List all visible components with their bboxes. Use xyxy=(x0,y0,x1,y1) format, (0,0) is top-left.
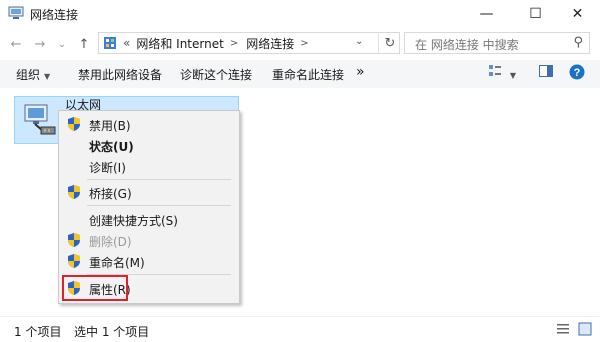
chevron-right-icon[interactable]: > xyxy=(230,38,238,49)
preview-pane-icon xyxy=(539,65,553,77)
forward-button[interactable]: → xyxy=(32,36,48,52)
change-view-button[interactable]: ▼ xyxy=(488,64,516,81)
view-details-icon xyxy=(489,65,501,76)
shield-icon xyxy=(68,254,80,268)
breadcrumb-network-internet[interactable]: 网络和 Internet xyxy=(136,35,223,52)
address-bar[interactable]: « 网络和 Internet > 网络连接 > ⌄ xyxy=(98,32,400,54)
menu-item-status[interactable]: 状态(U) xyxy=(59,135,237,155)
shield-icon xyxy=(68,233,80,247)
menu-separator xyxy=(87,179,231,180)
chevron-right-icon[interactable]: > xyxy=(300,38,308,49)
minimize-button[interactable]: — xyxy=(464,0,509,28)
selected-count: 选中 1 个项目 xyxy=(74,325,150,339)
command-bar: 组织 ▼ 禁用此网络设备 诊断这个连接 重命名此连接 » ▼ ? xyxy=(0,60,600,89)
control-panel-icon xyxy=(104,37,116,49)
recent-locations-button[interactable]: ⌄ xyxy=(54,36,70,52)
shield-icon xyxy=(68,185,80,199)
address-dropdown-icon[interactable]: ⌄ xyxy=(355,36,363,47)
search-icon[interactable]: ⚲ xyxy=(573,35,583,50)
menu-item-create-shortcut[interactable]: 创建快捷方式(S) xyxy=(59,209,237,229)
menu-item-disable[interactable]: 禁用(B) xyxy=(59,114,237,134)
chevron-down-icon: ▼ xyxy=(44,72,51,81)
maximize-button[interactable]: ☐ xyxy=(513,0,558,28)
preview-pane-button[interactable] xyxy=(539,65,553,80)
rename-button[interactable]: 重命名此连接 xyxy=(272,66,344,83)
up-button[interactable]: ↑ xyxy=(76,36,92,52)
menu-item-diagnose[interactable]: 诊断(I) xyxy=(59,156,237,176)
help-button[interactable]: ? xyxy=(569,64,585,83)
disable-device-button[interactable]: 禁用此网络设备 xyxy=(78,66,162,83)
close-button[interactable]: ✕ xyxy=(555,0,600,28)
chevron-down-icon: ▼ xyxy=(509,71,516,80)
diagnose-button[interactable]: 诊断这个连接 xyxy=(180,66,252,83)
breadcrumb-network-connections[interactable]: 网络连接 xyxy=(246,35,294,52)
breadcrumb-overflow[interactable]: « xyxy=(123,36,130,50)
details-view-icon[interactable] xyxy=(556,322,570,336)
shield-icon xyxy=(68,117,80,131)
context-menu: 禁用(B) 状态(U) 诊断(I) 桥接(G) 创建快捷方式(S) 删除(D) … xyxy=(58,110,240,304)
menu-item-rename[interactable]: 重命名(M) xyxy=(59,251,237,271)
menu-item-delete[interactable]: 删除(D) xyxy=(59,230,237,250)
svg-text:?: ? xyxy=(574,67,581,79)
search-input[interactable]: 在 网络连接 中搜索 ⚲ xyxy=(404,32,590,54)
organize-menu[interactable]: 组织 ▼ xyxy=(16,66,50,83)
refresh-button[interactable]: ↻ xyxy=(378,32,401,54)
network-connections-icon xyxy=(8,6,24,19)
help-icon: ? xyxy=(569,64,585,80)
properties-highlight-box xyxy=(62,275,128,301)
menu-separator xyxy=(87,205,231,206)
more-commands-button[interactable]: » xyxy=(356,64,365,80)
search-placeholder: 在 网络连接 中搜索 xyxy=(415,38,519,52)
back-button[interactable]: ← xyxy=(8,36,24,52)
window-title: 网络连接 xyxy=(30,8,79,22)
menu-item-bridge[interactable]: 桥接(G) xyxy=(59,182,237,202)
title-bar: 网络连接 — ☐ ✕ xyxy=(0,0,600,28)
status-bar: 1 个项目 选中 1 个项目 xyxy=(0,316,600,342)
large-icons-view-icon[interactable] xyxy=(578,322,592,336)
ethernet-adapter-icon xyxy=(24,104,56,135)
item-count: 1 个项目 xyxy=(14,325,62,339)
